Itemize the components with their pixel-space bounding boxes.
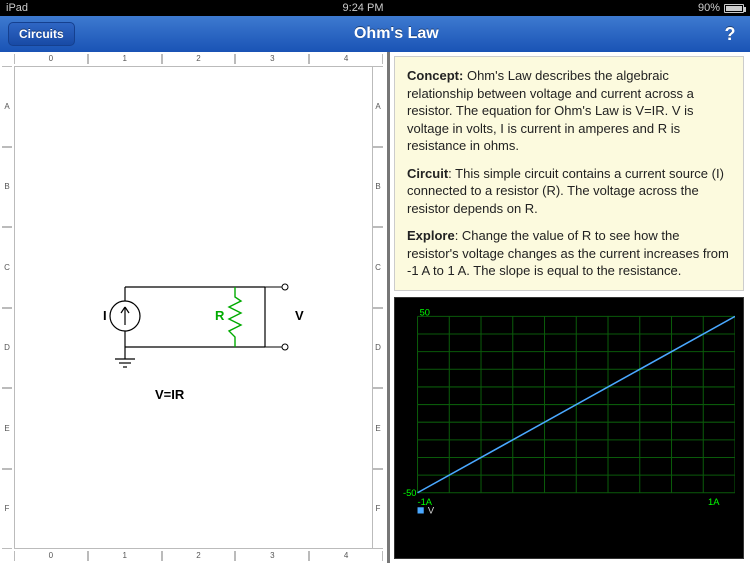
circuit-paragraph: Circuit: This simple circuit contains a … — [407, 165, 731, 218]
right-pane: Concept: Ohm's Law describes the algebra… — [390, 52, 750, 563]
ruler-right: A B C D E F — [373, 66, 383, 549]
circuit-canvas[interactable]: I R V V=IR — [14, 66, 373, 549]
explanation-box: Concept: Ohm's Law describes the algebra… — [394, 56, 744, 291]
device-label: iPad — [6, 2, 28, 14]
app-root: iPad 9:24 PM 90% Circuits Ohm's Law ? 0 … — [0, 0, 750, 563]
current-source-icon — [110, 301, 140, 331]
battery-percent: 90% — [698, 2, 720, 14]
ground-icon — [115, 359, 135, 367]
content-area: 0 1 2 3 4 0 1 2 3 4 A B C D — [0, 52, 750, 563]
ruler-left: A B C D E F — [2, 66, 12, 549]
circuit-canvas-pane: 0 1 2 3 4 0 1 2 3 4 A B C D — [0, 52, 390, 563]
legend-label-v: V — [428, 506, 435, 514]
ruler-bottom: 0 1 2 3 4 — [14, 551, 383, 561]
plot-chart: 50 -50 -1A 1A V — [403, 306, 735, 514]
battery-icon — [724, 4, 744, 13]
status-bar: iPad 9:24 PM 90% — [0, 0, 750, 16]
concept-paragraph: Concept: Ohm's Law describes the algebra… — [407, 67, 731, 155]
resistor-label: R — [215, 308, 225, 323]
legend-swatch-v — [418, 507, 424, 513]
status-time: 9:24 PM — [28, 2, 698, 14]
nav-bar: Circuits Ohm's Law ? — [0, 16, 750, 52]
current-source-label: I — [103, 308, 107, 323]
help-button[interactable]: ? — [718, 24, 742, 45]
back-button[interactable]: Circuits — [8, 22, 75, 46]
page-title: Ohm's Law — [75, 25, 718, 43]
circuit-diagram: I R V — [85, 267, 315, 387]
equation-text: V=IR — [155, 387, 184, 402]
plot-ymax: 50 — [420, 307, 430, 317]
ruler-top: 0 1 2 3 4 — [14, 54, 383, 64]
explore-paragraph: Explore: Change the value of R to see ho… — [407, 227, 731, 280]
plot-xmax: 1A — [708, 497, 720, 507]
plot-panel[interactable]: 50 -50 -1A 1A V — [394, 297, 744, 559]
plot-ymin: -50 — [403, 488, 416, 498]
voltage-label: V — [295, 308, 304, 323]
resistor-icon — [229, 287, 241, 347]
